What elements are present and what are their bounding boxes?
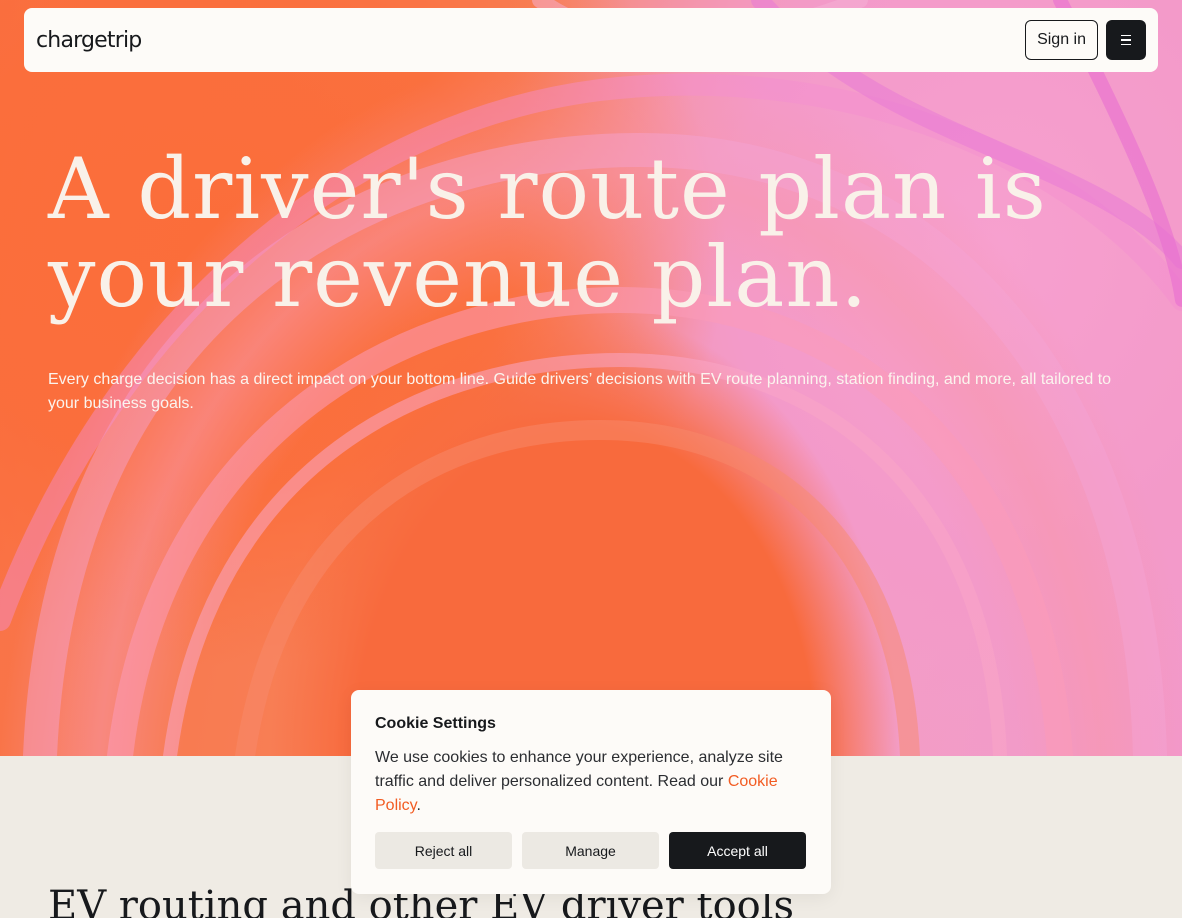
cookie-dialog-actions: Reject all Manage Accept all [375, 832, 806, 869]
cookie-dialog-text: We use cookies to enhance your experienc… [375, 746, 807, 818]
reject-all-button[interactable]: Reject all [375, 832, 512, 869]
cookie-body-end: . [416, 797, 421, 814]
menu-button[interactable] [1106, 20, 1146, 60]
manage-cookies-button[interactable]: Manage [522, 832, 659, 869]
cookie-dialog-title: Cookie Settings [375, 715, 496, 732]
header-actions: Sign in [1025, 20, 1146, 60]
cookie-settings-dialog: Cookie Settings We use cookies to enhanc… [351, 690, 831, 894]
hero-headline-line-2: your revenue plan. [48, 228, 869, 326]
cookie-body-text: We use cookies to enhance your experienc… [375, 749, 783, 790]
top-navigation-bar: chargetrip Sign in [24, 8, 1158, 72]
chargetrip-logo[interactable]: chargetrip [36, 28, 142, 53]
hamburger-menu-icon [1121, 34, 1131, 46]
hero-section: A driver's route plan is your revenue pl… [0, 0, 1182, 756]
hero-subtext: Every charge decision has a direct impac… [48, 371, 1112, 412]
hero-headline: A driver's route plan is your revenue pl… [48, 145, 1148, 321]
hero-headline-line-1: A driver's route plan is [48, 140, 1047, 238]
accept-all-button[interactable]: Accept all [669, 832, 806, 869]
sign-in-button[interactable]: Sign in [1025, 20, 1098, 60]
